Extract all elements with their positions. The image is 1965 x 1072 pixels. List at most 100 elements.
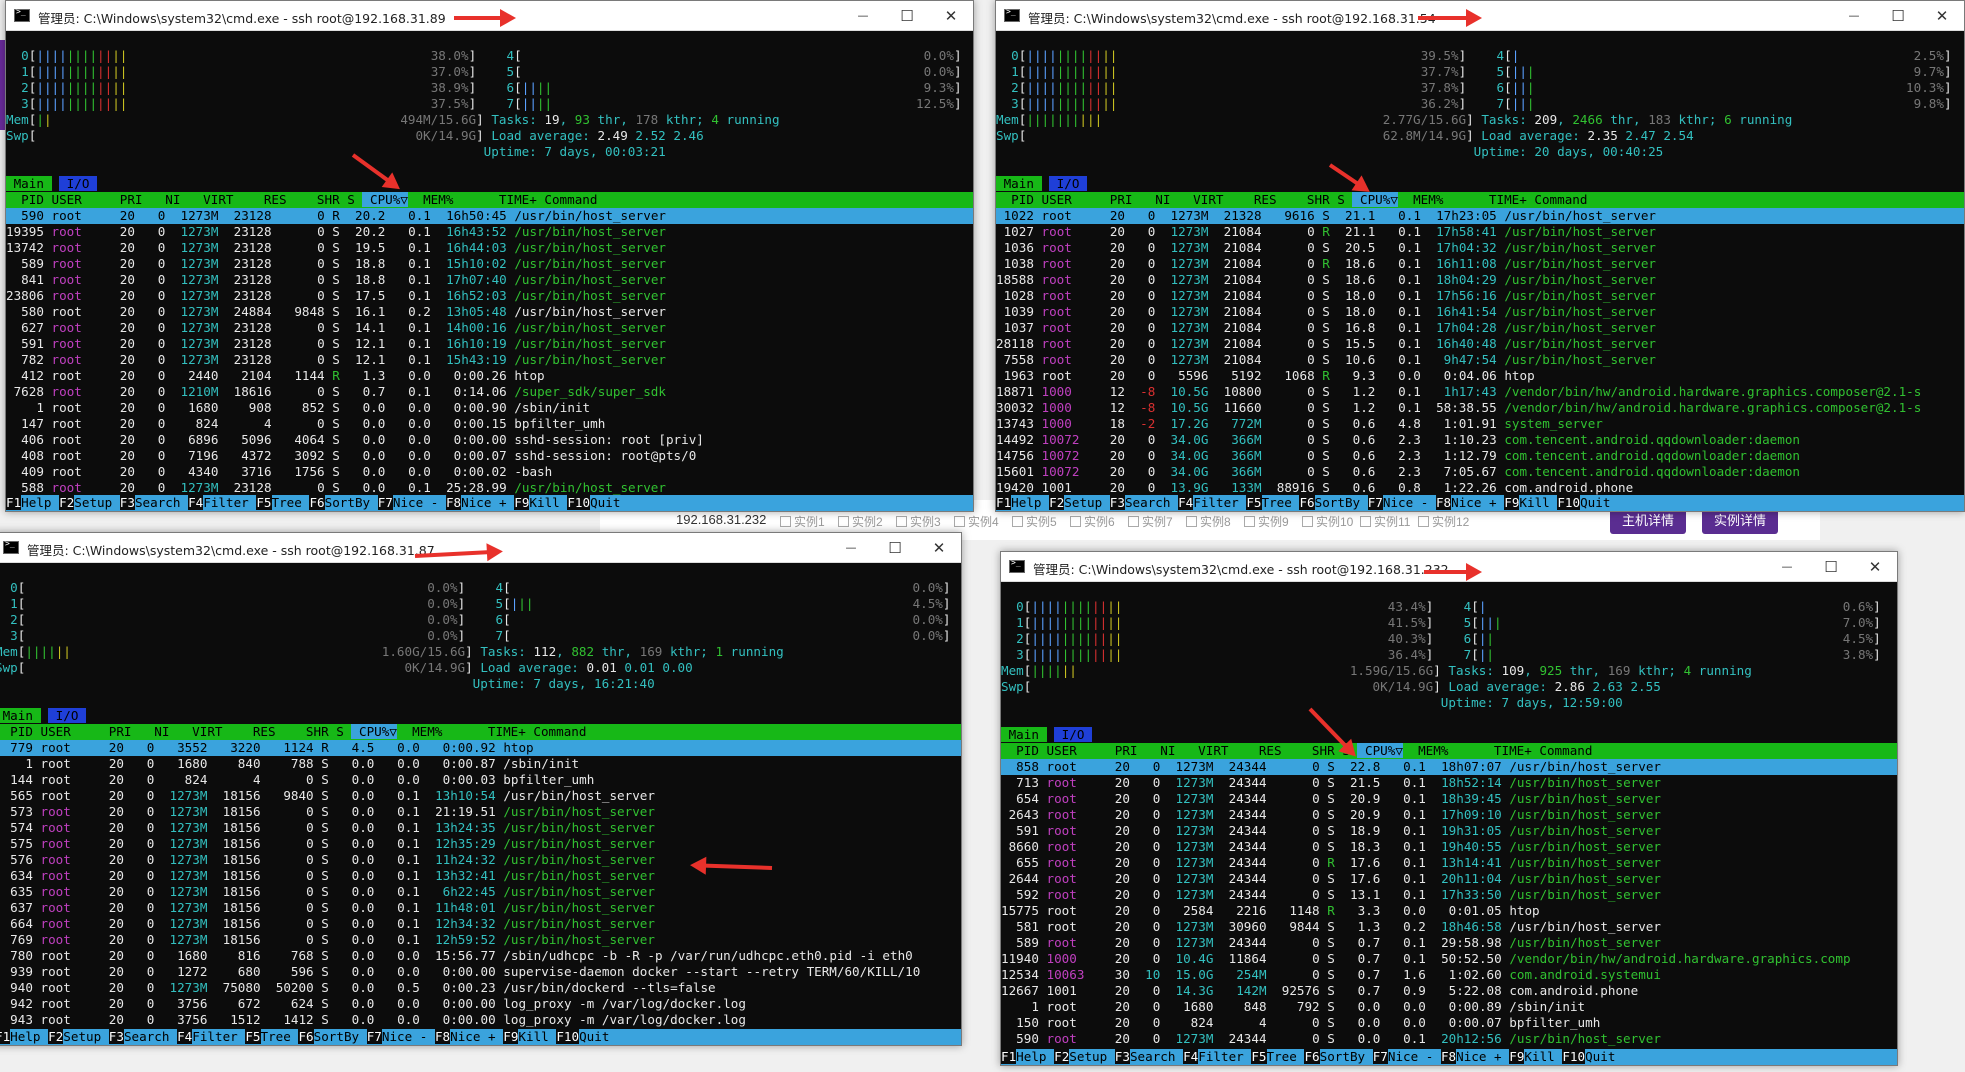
fkey-f5[interactable]: F5 xyxy=(245,1029,261,1044)
instance-checkbox[interactable]: 实例12 xyxy=(1418,513,1469,530)
process-row[interactable]: 30032 1000 12 -8 10.5G 11660 0 S 1.2 0.1… xyxy=(996,400,1964,416)
maximize-button[interactable]: ☐ xyxy=(873,533,917,563)
checkbox-box[interactable] xyxy=(896,516,907,527)
column-header-user[interactable]: USER xyxy=(44,192,97,207)
process-row[interactable]: 28118 root 20 0 1273M 21084 0 S 15.5 0.1… xyxy=(996,336,1964,352)
fkey-f6[interactable]: F6 xyxy=(1304,1049,1320,1064)
htop-terminal[interactable]: 0[|||||||||||| 39.5%] 4[| 2.5%] 1[||||||… xyxy=(996,32,1964,511)
fkey-f6[interactable]: F6 xyxy=(1299,495,1315,510)
tab-main[interactable]: Main xyxy=(0,708,41,723)
column-header-ni[interactable]: NI xyxy=(1133,192,1170,207)
close-button[interactable]: ✕ xyxy=(917,533,961,563)
column-header-ni[interactable]: NI xyxy=(143,192,180,207)
fkey-f6[interactable]: F6 xyxy=(309,495,325,510)
fkey-label-f4[interactable]: Filter xyxy=(203,495,249,510)
process-row[interactable]: 18588 root 20 0 1273M 21084 0 S 18.6 0.1… xyxy=(996,272,1964,288)
maximize-button[interactable]: ☐ xyxy=(885,1,929,31)
fkey-label-f3[interactable]: Search xyxy=(1130,1049,1176,1064)
close-button[interactable]: ✕ xyxy=(1853,552,1897,582)
column-header-cpu[interactable]: CPU%▽ xyxy=(362,192,408,207)
process-row[interactable]: 7628 root 20 0 1210M 18616 0 S 0.7 0.1 0… xyxy=(6,384,973,400)
fkey-f10[interactable]: F10 xyxy=(1562,1049,1586,1064)
process-row[interactable]: 654 root 20 0 1273M 24344 0 S 20.9 0.1 1… xyxy=(1001,791,1897,807)
column-header-pid[interactable]: PID xyxy=(1001,743,1039,758)
terminal-window-87[interactable]: 管理员: C:\Windows\system32\cmd.exe - ssh r… xyxy=(0,532,962,1046)
fkey-f4[interactable]: F4 xyxy=(177,1029,193,1044)
checkbox-box[interactable] xyxy=(1360,516,1371,527)
process-row[interactable]: 150 root 20 0 824 4 0 S 0.0 0.0 0:00.07 … xyxy=(1001,1015,1897,1031)
fkey-label-f10[interactable]: Quit xyxy=(590,495,620,510)
column-header-mem[interactable]: MEM% xyxy=(1398,192,1443,207)
column-header-pri[interactable]: PRI xyxy=(1087,192,1133,207)
process-row[interactable]: 12534 10063 30 10 15.0G 254M 0 S 0.7 1.6… xyxy=(1001,967,1897,983)
column-header-mem[interactable]: MEM% xyxy=(408,192,453,207)
fkey-f7[interactable]: F7 xyxy=(1367,495,1383,510)
process-row[interactable]: 1963 root 20 0 5596 5192 1068 R 9.3 0.0 … xyxy=(996,368,1964,384)
process-row[interactable]: 565 root 20 0 1273M 18156 9840 S 0.0 0.1… xyxy=(0,788,961,804)
column-header-res[interactable]: RES xyxy=(223,724,276,739)
tab-main[interactable]: Main xyxy=(996,176,1042,191)
fkey-f10[interactable]: F10 xyxy=(1557,495,1581,510)
process-row[interactable]: 1039 root 20 0 1273M 21084 0 S 18.0 0.1 … xyxy=(996,304,1964,320)
process-row[interactable]: 940 root 20 0 1273M 75080 50200 S 0.0 0.… xyxy=(0,980,961,996)
fkey-label-f2[interactable]: Setup xyxy=(1064,495,1102,510)
column-header-cpu[interactable]: CPU%▽ xyxy=(1357,743,1403,758)
column-header-shr[interactable]: SHR xyxy=(1277,192,1330,207)
process-row[interactable]: 939 root 20 0 1272 680 596 S 0.0 0.0 0:0… xyxy=(0,964,961,980)
fkey-label-f2[interactable]: Setup xyxy=(1069,1049,1107,1064)
process-row[interactable]: 576 root 20 0 1273M 18156 0 S 0.0 0.1 11… xyxy=(0,852,961,868)
process-row[interactable]: 14492 10072 20 0 34.0G 366M 0 S 0.6 2.3 … xyxy=(996,432,1964,448)
fkey-label-f5[interactable]: Tree xyxy=(261,1029,291,1044)
fkey-f3[interactable]: F3 xyxy=(1114,1049,1130,1064)
process-row[interactable]: 574 root 20 0 1273M 18156 0 S 0.0 0.1 13… xyxy=(0,820,961,836)
column-header-shr[interactable]: SHR xyxy=(276,724,329,739)
fkey-label-f3[interactable]: Search xyxy=(1125,495,1171,510)
column-header-command[interactable]: Command xyxy=(537,192,597,207)
process-row[interactable]: 590 root 20 0 1273M 23128 0 R 20.2 0.1 1… xyxy=(6,208,973,224)
fkey-label-f10[interactable]: Quit xyxy=(579,1029,609,1044)
column-header-time[interactable]: TIME+ xyxy=(1443,192,1527,207)
process-row[interactable]: 2644 root 20 0 1273M 24344 0 S 17.6 0.1 … xyxy=(1001,871,1897,887)
process-row[interactable]: 575 root 20 0 1273M 18156 0 S 0.0 0.1 12… xyxy=(0,836,961,852)
process-row[interactable]: 1037 root 20 0 1273M 21084 0 S 16.8 0.1 … xyxy=(996,320,1964,336)
fkey-label-f1[interactable]: Help xyxy=(21,495,51,510)
instance-checkbox[interactable]: 实例10 xyxy=(1302,513,1353,530)
tab-main[interactable]: Main xyxy=(6,176,52,191)
process-row[interactable]: 408 root 20 0 7196 4372 3092 S 0.0 0.0 0… xyxy=(6,448,973,464)
fkey-label-f10[interactable]: Quit xyxy=(1585,1049,1615,1064)
column-header-s[interactable]: S xyxy=(340,192,363,207)
fkey-f2[interactable]: F2 xyxy=(59,495,75,510)
column-header-command[interactable]: Command xyxy=(1527,192,1587,207)
fkey-f2[interactable]: F2 xyxy=(48,1029,64,1044)
fkey-f5[interactable]: F5 xyxy=(1246,495,1262,510)
checkbox-box[interactable] xyxy=(954,516,965,527)
process-row[interactable]: 592 root 20 0 1273M 24344 0 S 13.1 0.1 1… xyxy=(1001,887,1897,903)
column-header-mem[interactable]: MEM% xyxy=(397,724,442,739)
fkey-f3[interactable]: F3 xyxy=(1109,495,1125,510)
process-row[interactable]: 412 root 20 0 2440 2104 1144 R 1.3 0.0 0… xyxy=(6,368,973,384)
process-row[interactable]: 13742 root 20 0 1273M 23128 0 S 19.5 0.1… xyxy=(6,240,973,256)
process-row[interactable]: 591 root 20 0 1273M 23128 0 S 12.1 0.1 1… xyxy=(6,336,973,352)
fkey-f8[interactable]: F8 xyxy=(1435,495,1452,510)
tab-io[interactable]: I/O xyxy=(1049,176,1088,191)
process-row[interactable]: 19395 root 20 0 1273M 23128 0 S 20.2 0.1… xyxy=(6,224,973,240)
column-header-ni[interactable]: NI xyxy=(1138,743,1175,758)
fkey-label-f4[interactable]: Filter xyxy=(1193,495,1239,510)
fkey-f5[interactable]: F5 xyxy=(256,495,272,510)
htop-terminal[interactable]: 0[|||||||||||| 43.4%] 4[| 0.6%] 1[||||||… xyxy=(1001,583,1897,1065)
process-row[interactable]: 588 root 20 0 1273M 23128 0 S 0.0 0.1 25… xyxy=(6,480,973,496)
fkey-label-f1[interactable]: Help xyxy=(1016,1049,1046,1064)
instance-checkbox[interactable]: 实例9 xyxy=(1244,513,1289,530)
minimize-button[interactable]: — xyxy=(1832,1,1876,31)
htop-terminal[interactable]: 0[ 0.0%] 4[ 0.0%] 1[ 0.0%] 5[||| 4.5%] 2… xyxy=(0,564,961,1045)
process-row[interactable]: 779 root 20 0 3552 3220 1124 R 4.5 0.0 0… xyxy=(0,740,961,756)
fkey-label-f8[interactable]: Nice + xyxy=(461,495,507,510)
fkey-label-f9[interactable]: Kill xyxy=(529,495,559,510)
fkey-f5[interactable]: F5 xyxy=(1251,1049,1267,1064)
fkey-label-f8[interactable]: Nice + xyxy=(450,1029,496,1044)
column-header-res[interactable]: RES xyxy=(1229,743,1282,758)
process-row[interactable]: 1 root 20 0 1680 848 792 S 0.0 0.0 0:00.… xyxy=(1001,999,1897,1015)
fkey-f9[interactable]: F9 xyxy=(514,495,530,510)
fkey-f3[interactable]: F3 xyxy=(108,1029,124,1044)
terminal-window-232[interactable]: 管理员: C:\Windows\system32\cmd.exe - ssh r… xyxy=(1000,551,1898,1066)
